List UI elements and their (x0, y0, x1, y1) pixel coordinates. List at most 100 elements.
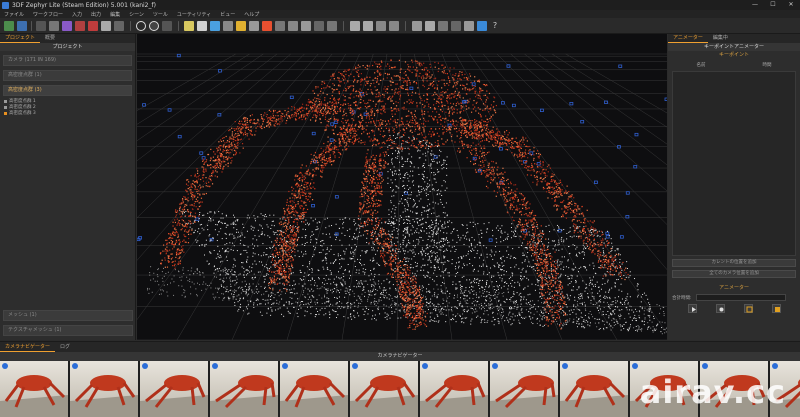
toolbar-divider (343, 21, 344, 31)
grid-icon[interactable] (49, 21, 59, 31)
add-all-cameras-button[interactable]: 全てのカメラ位置を追加 (672, 270, 796, 278)
dense-cloud-item-3[interactable]: 高密度点群 (3) (3, 85, 132, 96)
tab-project[interactable]: プロジェクト (0, 34, 41, 43)
window-title: 3DF Zephyr Lite (Steam Edition) 5.001 (k… (12, 1, 156, 9)
menu-help[interactable]: ヘルプ (244, 11, 259, 18)
orbit-icon[interactable] (149, 21, 159, 31)
left-bottom-items: メッシュ (1) テクスチャメッシュ (1) (0, 306, 136, 336)
tab-camera-navigator[interactable]: カメラナビゲーター (0, 342, 56, 352)
camera-thumbnail[interactable] (490, 361, 558, 417)
duration-field[interactable] (695, 294, 786, 301)
left-tabs: プロジェクト 概要 (0, 34, 135, 43)
toolbar-divider (130, 21, 131, 31)
camera-index-badge (562, 363, 568, 369)
camera-index-badge (2, 363, 8, 369)
camera-index-badge (492, 363, 498, 369)
tab-log[interactable]: ログ (55, 342, 75, 352)
dense-cloud-item-1[interactable]: 高密度点群 (1) (3, 70, 132, 81)
project-panel: プロジェクト 概要 プロジェクト カメラ (171 IN 169) 高密度点群 … (0, 34, 136, 340)
clip-icon[interactable] (438, 21, 448, 31)
close-button[interactable]: ✕ (782, 0, 800, 10)
add-current-button[interactable]: カレントの位置を追加 (672, 259, 796, 267)
blue-triangle-icon[interactable] (210, 21, 220, 31)
triangle-icon[interactable] (197, 21, 207, 31)
new-project-icon[interactable] (4, 21, 14, 31)
cube-icon[interactable] (477, 21, 487, 31)
camera-thumbnail[interactable] (280, 361, 348, 417)
measure-icon[interactable] (249, 21, 259, 31)
camera-index-badge (772, 363, 778, 369)
camera-thumbnail[interactable] (350, 361, 418, 417)
camera-thumbnail[interactable] (560, 361, 628, 417)
cloud-marker-icon (4, 99, 7, 103)
rotate-icon[interactable] (136, 21, 146, 31)
textured-mesh-item[interactable]: テクスチャメッシュ (1) (3, 325, 133, 336)
3d-viewport[interactable] (137, 34, 667, 340)
point-cloud-render[interactable] (137, 34, 667, 340)
menu-view[interactable]: ビュー (220, 11, 235, 18)
record-icon[interactable] (715, 304, 725, 313)
playback-controls (678, 304, 790, 313)
lasso-icon[interactable] (288, 21, 298, 31)
tab-editing[interactable]: 編集中 (708, 34, 733, 43)
camera-thumbnail[interactable] (0, 361, 68, 417)
menu-utilities[interactable]: ユーティリティ (177, 11, 211, 18)
mesh-item[interactable]: メッシュ (1) (3, 310, 133, 321)
save-icon[interactable] (17, 21, 27, 31)
camera-thumbnail[interactable] (70, 361, 138, 417)
light-icon[interactable] (451, 21, 461, 31)
tab-overview[interactable]: 概要 (40, 34, 60, 43)
sparse-icon[interactable] (62, 21, 72, 31)
select-icon[interactable] (275, 21, 285, 31)
minimize-button[interactable]: — (746, 0, 764, 10)
region-icon[interactable] (327, 21, 337, 31)
camera-thumbnail[interactable] (210, 361, 278, 417)
redo-icon[interactable] (363, 21, 373, 31)
back-icon[interactable] (376, 21, 386, 31)
workspace-icon[interactable] (36, 21, 46, 31)
menu-import[interactable]: 入力 (72, 11, 82, 18)
menu-scene[interactable]: シーン (129, 11, 144, 18)
pan-icon[interactable] (162, 21, 172, 31)
bbox-icon[interactable] (425, 21, 435, 31)
mesh-icon[interactable] (88, 21, 98, 31)
camera-index-badge (72, 363, 78, 369)
undo-icon[interactable] (350, 21, 360, 31)
wireframe-icon[interactable] (223, 21, 233, 31)
play-icon[interactable] (687, 304, 697, 313)
tab-animator[interactable]: アニメーター (668, 34, 708, 43)
toolbar-divider (405, 21, 406, 31)
list-item[interactable]: 高密度点群 3 (4, 110, 135, 116)
plane-icon[interactable] (301, 21, 311, 31)
camera-index-badge (282, 363, 288, 369)
gizmo-icon[interactable] (412, 21, 422, 31)
scale-icon[interactable] (314, 21, 324, 31)
bottom-tabs: カメラナビゲーター ログ (0, 341, 800, 352)
export-icon[interactable] (743, 304, 753, 313)
bulb-icon[interactable] (464, 21, 474, 31)
duration-row: 合計時間: (672, 294, 796, 301)
maximize-button[interactable]: ☐ (764, 0, 782, 10)
help-icon[interactable]: ? (490, 21, 500, 31)
dense-icon[interactable] (75, 21, 85, 31)
menu-export[interactable]: 出力 (91, 11, 101, 18)
menu-file[interactable]: ファイル (4, 11, 24, 18)
keypoint-columns: 名前 時間 (668, 62, 800, 68)
menu-tools[interactable]: ツール (153, 11, 168, 18)
camera-icon[interactable] (114, 21, 124, 31)
forward-icon[interactable] (389, 21, 399, 31)
keypoint-list[interactable] (672, 71, 796, 256)
cloud-marker-icon (4, 105, 7, 109)
color-icon[interactable] (262, 21, 272, 31)
brush-icon[interactable] (236, 21, 246, 31)
point-size-icon[interactable] (184, 21, 194, 31)
camera-index-badge (212, 363, 218, 369)
video-icon[interactable] (771, 304, 781, 313)
menu-workflow[interactable]: ワークフロー (33, 11, 63, 18)
camera-thumbnail[interactable] (420, 361, 488, 417)
cameras-item[interactable]: カメラ (171 IN 169) (3, 55, 132, 66)
camera-thumbnail[interactable] (140, 361, 208, 417)
texture-icon[interactable] (101, 21, 111, 31)
toolbar-divider (31, 21, 32, 31)
menu-edit[interactable]: 編集 (110, 11, 120, 18)
